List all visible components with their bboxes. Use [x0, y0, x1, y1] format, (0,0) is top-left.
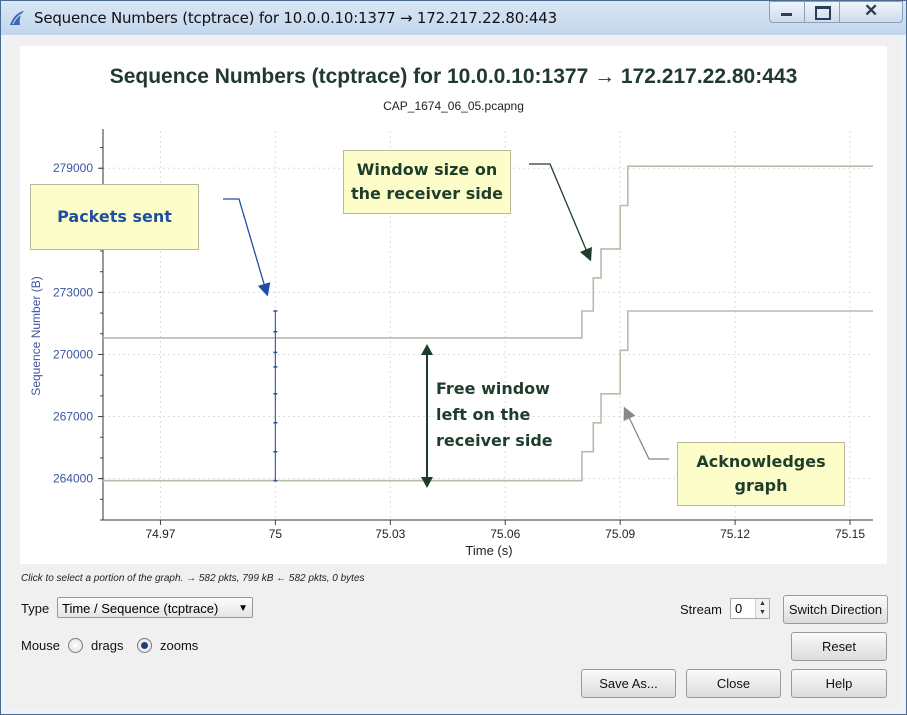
maximize-button[interactable] [804, 1, 840, 23]
close-icon: ✕ [864, 1, 879, 20]
stream-label: Stream [680, 602, 722, 617]
x-tick-label: 75.15 [835, 527, 865, 541]
x-tick-label: 75 [269, 527, 283, 541]
annotation-packets-sent: Packets sent [30, 184, 199, 250]
annotation-free-window-line3: receiver side [436, 431, 553, 450]
type-label: Type [21, 601, 50, 616]
reset-button[interactable]: Reset [791, 632, 887, 661]
x-axis-label: Time (s) [465, 543, 512, 558]
x-tick-label: 75.09 [605, 527, 635, 541]
annotation-free-window-line1: Free window [436, 379, 550, 398]
window-size-arrow [529, 163, 592, 262]
switch-direction-button[interactable]: Switch Direction [783, 595, 888, 624]
wireshark-fin-icon [10, 11, 24, 25]
window-title: Sequence Numbers (tcptrace) for 10.0.0.1… [34, 9, 557, 27]
annotation-window-size-line2: the receiver side [350, 184, 504, 203]
y-tick-label: 264000 [53, 472, 93, 486]
free-window-arrow-top [421, 344, 433, 355]
annotation-acknowledges-line2: graph [734, 476, 788, 495]
y-tick-label: 267000 [53, 410, 93, 424]
zooms-label[interactable]: zooms [160, 638, 198, 653]
annotation-free-window-line2: left on the [436, 405, 531, 424]
x-tick-label: 75.03 [375, 527, 405, 541]
annotation-window-size-line1: Window size on [356, 160, 498, 179]
save-as-button[interactable]: Save As... [581, 669, 676, 698]
annotation-free-window: Free window left on the receiver side [436, 376, 553, 454]
annotation-packets-sent-text: Packets sent [57, 207, 172, 226]
radio-selected-dot [141, 642, 148, 649]
packets-sent-arrow [223, 198, 271, 297]
graph-window: Sequence Numbers (tcptrace) for 10.0.0.1… [0, 0, 907, 715]
dialog-body: Sequence Numbers (tcptrace) for 10.0.0.1… [7, 36, 900, 708]
annotation-acknowledges: Acknowledges graph [677, 442, 845, 506]
y-tick-label: 270000 [53, 347, 93, 361]
y-axis-label: Sequence Number (B) [29, 276, 43, 395]
minimize-button[interactable] [769, 1, 805, 23]
maximize-icon [815, 6, 831, 20]
acknowledges-arrow [623, 406, 669, 460]
annotation-window-size: Window size on the receiver side [343, 150, 511, 214]
spin-arrows-icon[interactable]: ▲ ▼ [755, 599, 769, 618]
help-button[interactable]: Help [791, 669, 887, 698]
close-button[interactable]: Close [686, 669, 781, 698]
minimize-icon [781, 13, 792, 16]
y-tick-label: 279000 [53, 161, 93, 175]
x-tick-label: 74.97 [145, 527, 175, 541]
free-window-arrow-bottom [421, 477, 433, 488]
mouse-label: Mouse [21, 638, 61, 653]
stream-value: 0 [735, 601, 743, 616]
x-tick-label: 75.12 [720, 527, 750, 541]
close-window-button[interactable]: ✕ [839, 1, 903, 23]
title-bar[interactable]: Sequence Numbers (tcptrace) for 10.0.0.1… [1, 1, 906, 35]
drags-radio[interactable] [68, 638, 83, 653]
stream-spinbox[interactable]: 0 ▲ ▼ [730, 598, 770, 619]
annotation-acknowledges-line1: Acknowledges [696, 452, 826, 471]
status-text: Click to select a portion of the graph. … [21, 573, 365, 584]
x-tick-label: 75.06 [490, 527, 520, 541]
y-tick-label: 273000 [53, 285, 93, 299]
drags-label[interactable]: drags [91, 638, 124, 653]
chevron-down-icon: ▼ [238, 603, 248, 614]
plot-area[interactable]: Sequence Numbers (tcptrace) for 10.0.0.1… [20, 46, 887, 564]
zooms-radio[interactable] [137, 638, 152, 653]
type-select[interactable]: Time / Sequence (tcptrace) ▼ [57, 597, 253, 618]
type-select-value: Time / Sequence (tcptrace) [62, 601, 219, 616]
